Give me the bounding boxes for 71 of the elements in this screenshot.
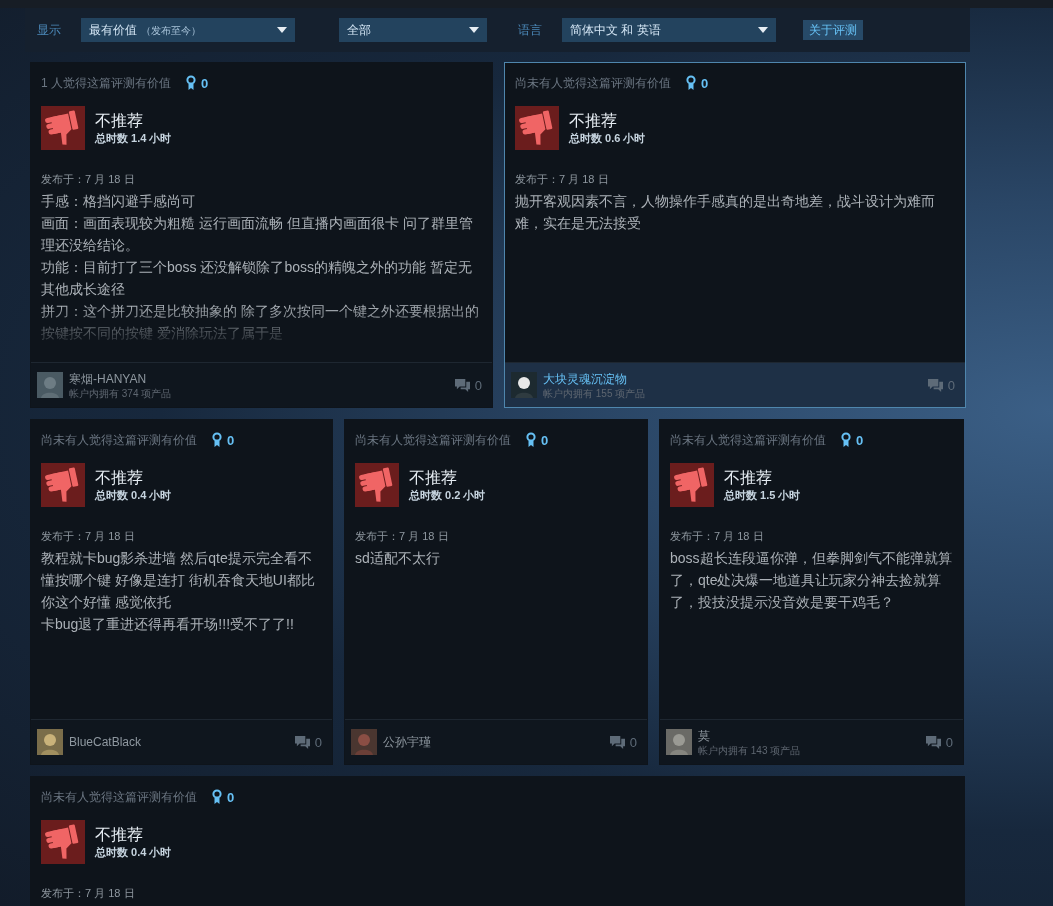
review-text: sd适配不太行 [355,549,441,568]
verdict-title: 不推荐 [569,110,618,131]
playtime-text: 总时数 0.6 小时 [569,130,646,146]
award-icon[interactable] [526,432,536,448]
review-text: 教程就卡bug影杀进墙 然后qte提示完全看不懂按哪个键 好像是连打 街机吞食天地UI都比你这个好懂 感觉依托 [41,549,316,612]
playtime-text: 总时数 1.4 小时 [95,130,172,146]
award-icon[interactable] [841,432,851,448]
comment-count: 0 [629,734,637,750]
verdict-title: 不推荐 [95,824,144,845]
playtime-text: 总时数 0.4 小时 [95,487,172,503]
award-icon[interactable] [212,432,222,448]
award-icon[interactable] [212,789,222,805]
author-link[interactable]: 莫 [698,727,925,744]
award-count: 0 [227,432,235,448]
posted-date: 发布于：7 月 18 日 [41,172,136,186]
caret-icon [469,27,479,33]
sort-dropdown[interactable]: 最有价值 （发布至今） [81,18,295,42]
product-count: 帐户内拥有 374 项产品 [69,386,173,400]
filter-label: 显示 [37,21,61,39]
comment-count: 0 [474,377,482,393]
award-icon[interactable] [686,75,696,91]
filter-label: 语言 [518,21,542,39]
posted-date: 发布于：7 月 18 日 [670,529,765,543]
playtime-text: 总时数 0.2 小时 [409,487,486,503]
playtime-text: 总时数 1.5 小时 [724,487,801,503]
verdict-title: 不推荐 [724,467,773,488]
posted-date: 发布于：7 月 18 日 [41,529,136,543]
about-reviews-button[interactable]: 关于评测 [803,20,863,40]
author-link[interactable]: 大块灵魂沉淀物 [543,370,927,387]
comment-icon[interactable] [926,377,944,393]
author-link[interactable]: 寒烟-HANYAN [69,370,454,387]
helpful-text: 尚未有人觉得这篇评测有价值 [515,74,671,92]
review-text: 卡bug退了重进还得再看开场!!!受不了了!! [41,615,295,634]
comment-icon[interactable] [924,734,942,750]
review-text: boss超长连段逼你弹，但拳脚剑气不能弹就算了，qte处决爆一地道具让玩家分神去捡就算了，投技没提示没音效是要干鸡毛？ [670,549,953,612]
review-text: 手感：格挡闪避手感尚可 [41,192,196,211]
author-link[interactable]: BlueCatBlack [69,734,294,750]
helpful-text: 尚未有人觉得这篇评测有价值 [355,431,511,449]
author-link[interactable]: 公孙宇瑾 [383,734,609,750]
helpful-text: 尚未有人觉得这篇评测有价值 [41,788,197,806]
comment-count: 0 [945,734,953,750]
posted-date: 发布于：7 月 18 日 [41,886,136,900]
award-count: 0 [541,432,549,448]
review-text: 功能：目前打了三个boss 还没解锁除了boss的精魄之外的功能 暂定无其他成长途径 [41,258,473,299]
helpful-text: 尚未有人觉得这篇评测有价值 [41,431,197,449]
posted-date: 发布于：7 月 18 日 [515,172,610,186]
award-count: 0 [701,75,709,91]
comment-count: 0 [947,377,955,393]
review-text: 拼刀：这个拼刀还是比较抽象的 除了多次按同一个键之外还要根据出的按键按不同的按键 爱消除玩法了属于是 [41,302,480,343]
award-count: 0 [201,75,209,91]
comment-icon[interactable] [453,377,471,393]
verdict-title: 不推荐 [95,110,144,131]
playtime-text: 总时数 0.4 小时 [95,844,172,860]
award-count: 0 [227,789,235,805]
comment-icon[interactable] [608,734,626,750]
language-dropdown[interactable]: 简体中文 和 英语 [562,18,776,42]
verdict-title: 不推荐 [409,467,458,488]
helpful-text: 1 人觉得这篇评测有价值 [41,74,171,92]
caret-icon [277,27,287,33]
comment-count: 0 [314,734,322,750]
helpful-text: 尚未有人觉得这篇评测有价值 [670,431,826,449]
verdict-title: 不推荐 [95,467,144,488]
caret-icon [758,27,768,33]
type-dropdown[interactable]: 全部 [339,18,487,42]
posted-date: 发布于：7 月 18 日 [355,529,450,543]
product-count: 帐户内拥有 143 项产品 [698,743,802,757]
review-text: 抛开客观因素不言，人物操作手感真的是出奇地差，战斗设计为难而难，实在是无法接受 [515,192,936,233]
award-count: 0 [856,432,864,448]
comment-icon[interactable] [293,734,311,750]
award-icon[interactable] [186,75,196,91]
review-text: 画面：画面表现较为粗糙 运行画面流畅 但直播内画面很卡 问了群里管理还没给结论。 [41,214,474,255]
